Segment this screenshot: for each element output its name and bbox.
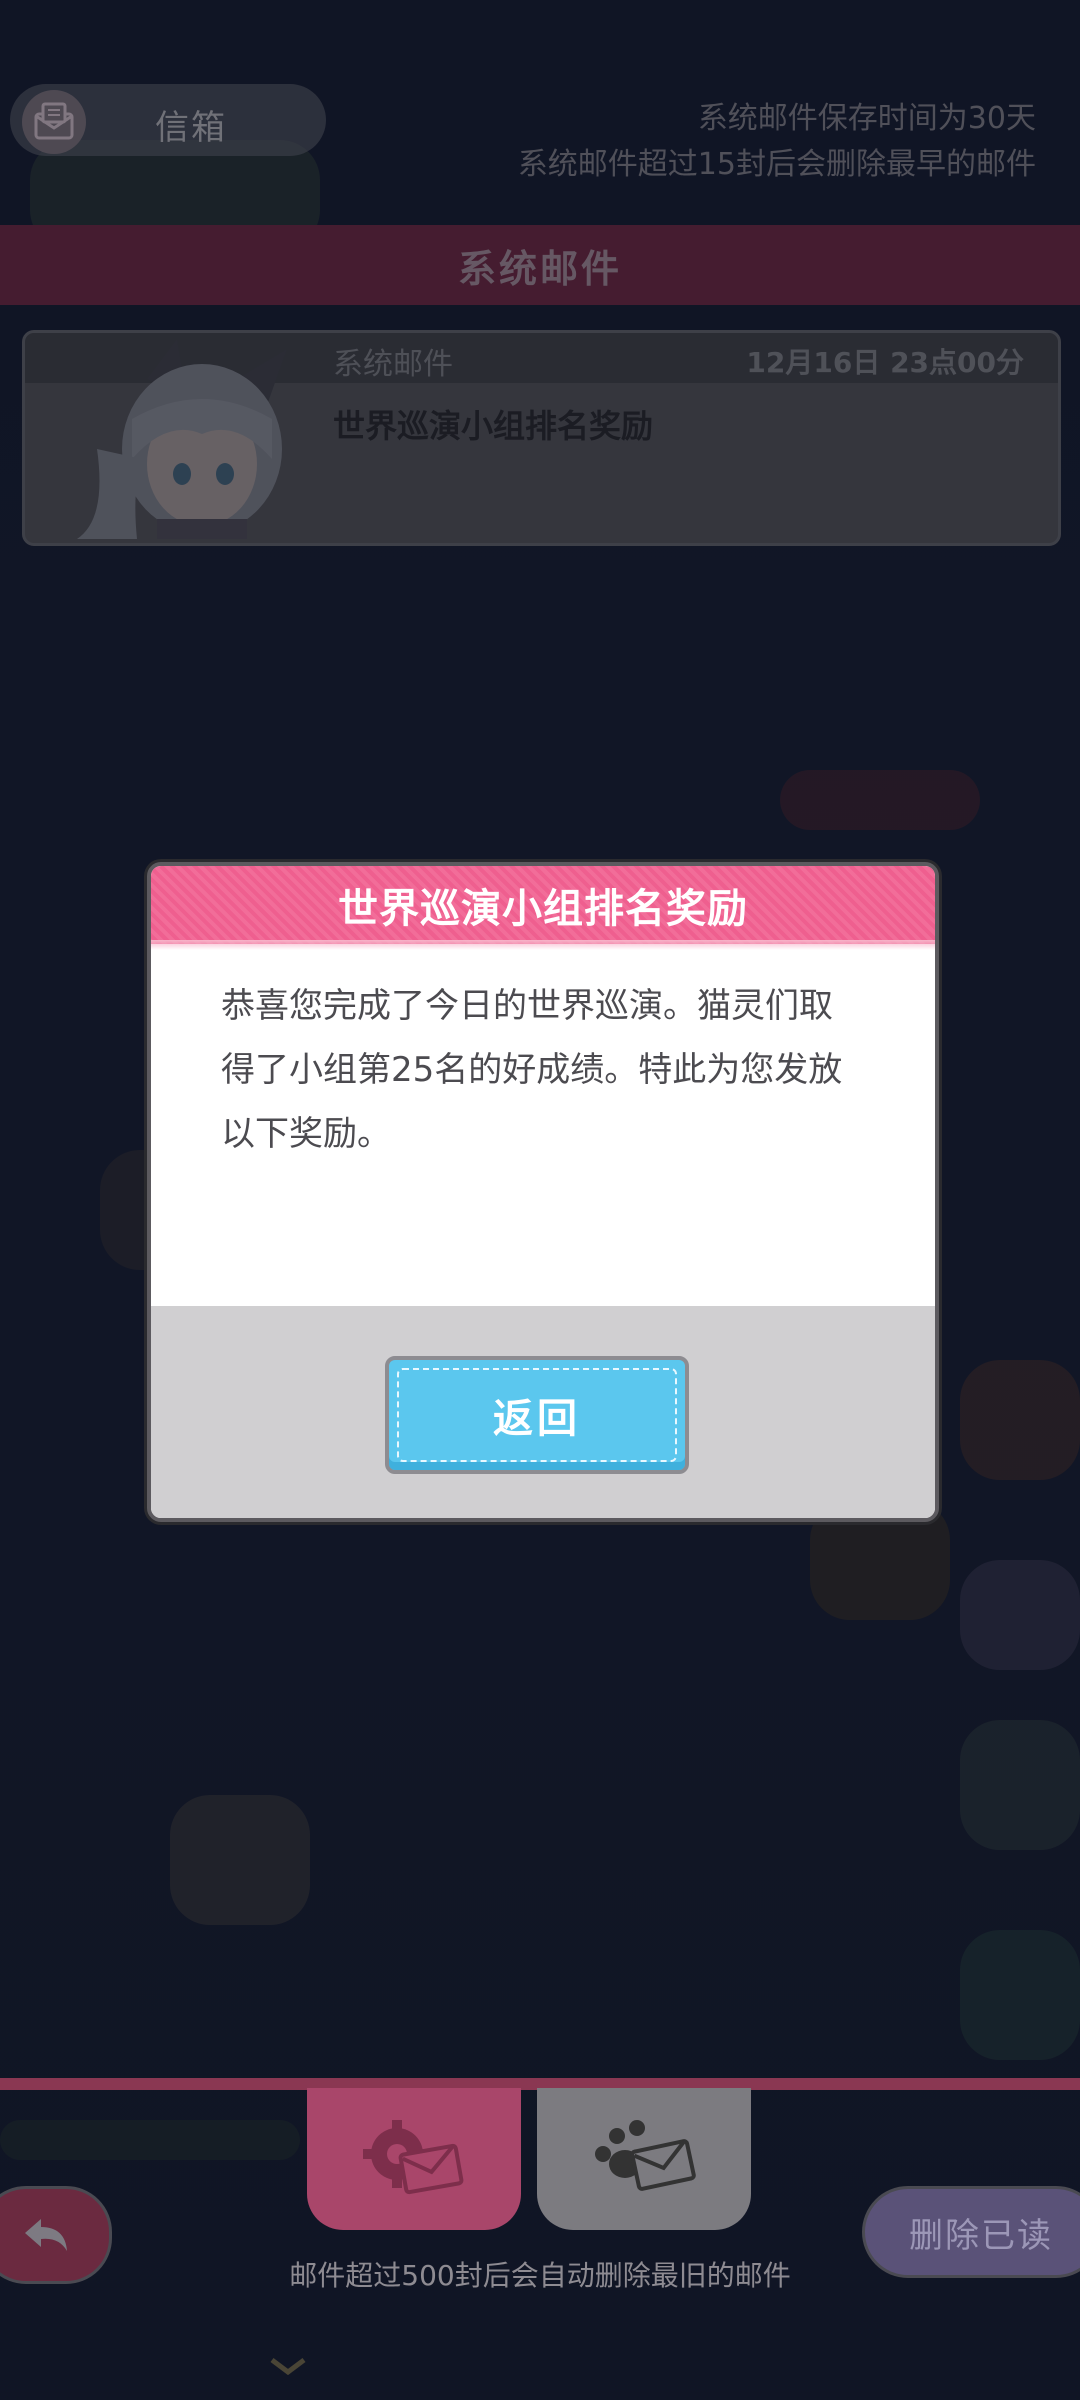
back-button-label: 返回 <box>493 1396 581 1442</box>
chevron-down-icon <box>270 2358 306 2376</box>
delete-read-label: 删除已读 <box>909 2215 1053 2256</box>
back-button[interactable]: 返回 <box>385 1356 689 1474</box>
mail-limit-note: 邮件超过500封后会自动删除最旧的邮件 <box>289 2259 791 2292</box>
tab-friend-mail[interactable] <box>537 2088 751 2230</box>
back-arrow-icon <box>25 2219 67 2251</box>
tab-system-mail[interactable] <box>307 2088 521 2230</box>
dialog-message: 恭喜您完成了今日的世界巡演。猫灵们取得了小组第25名的好成绩。特此为您发放以下奖… <box>221 986 843 1154</box>
dialog-header: 世界巡演小组排名奖励 <box>151 866 935 950</box>
gear-envelope-icon <box>363 2120 464 2195</box>
dialog-title: 世界巡演小组排名奖励 <box>338 886 748 932</box>
mail-detail-dialog: 世界巡演小组排名奖励 恭喜您完成了今日的世界巡演。猫灵们取得了小组第25名的好成… <box>147 862 939 1522</box>
dialog-footer: 返回 <box>151 1306 935 1518</box>
paw-envelope-icon <box>595 2120 696 2191</box>
